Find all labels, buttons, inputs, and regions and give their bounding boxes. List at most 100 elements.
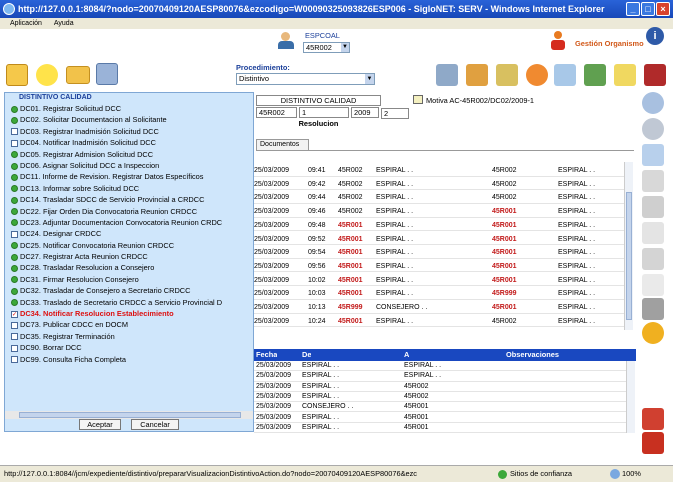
- table-row[interactable]: 25/03/2009 09:54 45R001 ESPIRAL . . 45R001 ES…: [254, 247, 624, 259]
- tree-item[interactable]: DC25. Notificar Convocatoria Reunion CRD…: [5, 240, 253, 251]
- tree-item[interactable]: DC22. Fijar Orden Dia Convocatoria Reuni…: [5, 206, 253, 217]
- firefox-icon[interactable]: [526, 64, 548, 86]
- computer-icon[interactable]: [96, 63, 118, 85]
- accept-button[interactable]: Aceptar: [79, 419, 121, 430]
- close-button[interactable]: ×: [656, 2, 670, 16]
- tree-item[interactable]: ✓ DC34. Notificar Resolucion Establecimie…: [5, 308, 253, 319]
- tree-item[interactable]: DC32. Trasladar de Consejero a Secretari…: [5, 285, 253, 296]
- comments-grid-scrollbar[interactable]: [626, 361, 635, 433]
- completed-icon[interactable]: [11, 208, 18, 216]
- paperclip-icon[interactable]: [642, 274, 664, 296]
- history-grid-scrollbar[interactable]: [624, 162, 633, 330]
- completed-icon[interactable]: [11, 299, 18, 307]
- pages-icon[interactable]: [642, 170, 664, 192]
- completed-icon[interactable]: [11, 253, 18, 261]
- info-icon[interactable]: i: [646, 27, 664, 45]
- book-icon[interactable]: [644, 64, 666, 86]
- completed-icon[interactable]: [11, 242, 18, 250]
- tree-item[interactable]: DC06. Asignar Solicitud DCC a Inspeccion: [5, 160, 253, 171]
- table-row[interactable]: 25/03/2009 ESPIRAL . . 45R001: [254, 413, 626, 423]
- completed-icon[interactable]: [11, 116, 18, 124]
- completed-icon[interactable]: [11, 287, 18, 295]
- menu-ayuda[interactable]: Ayuda: [54, 20, 74, 27]
- table-row[interactable]: 25/03/2009 ESPIRAL . . ESPIRAL . .: [254, 371, 626, 382]
- tree-item[interactable]: DC01. Registrar Solicitud DCC: [5, 103, 253, 114]
- table-row[interactable]: 25/03/2009 09:46 45R002 ESPIRAL . . 45R001 ES…: [254, 206, 624, 218]
- table-row[interactable]: 25/03/2009 CONSEJERO . . 45R001: [254, 402, 626, 413]
- printer-icon[interactable]: [642, 298, 664, 320]
- checkbox-icon[interactable]: [11, 128, 18, 136]
- exit-icon[interactable]: [642, 432, 664, 454]
- completed-icon[interactable]: [11, 265, 18, 273]
- tree-item[interactable]: DC33. Traslado de Secretario CRDCC a Ser…: [5, 297, 253, 308]
- broom-icon[interactable]: [642, 408, 664, 430]
- tree-item[interactable]: DC23. Adjuntar Documentacion Convocatori…: [5, 217, 253, 228]
- zoom-icon[interactable]: [642, 92, 664, 114]
- completed-icon[interactable]: [11, 162, 18, 170]
- document-icon[interactable]: [413, 95, 423, 104]
- completed-icon[interactable]: [11, 219, 18, 227]
- copy-icon[interactable]: [642, 196, 664, 218]
- table-row[interactable]: 25/03/2009 09:41 45R002 ESPIRAL . . 45R002 ES…: [254, 165, 624, 177]
- notes-icon[interactable]: [614, 64, 636, 86]
- tree-item[interactable]: DC31. Firmar Resolucion Consejero: [5, 274, 253, 285]
- checkbox-icon[interactable]: [11, 333, 18, 341]
- table-row[interactable]: 25/03/2009 09:48 45R001 ESPIRAL . . 45R001 ES…: [254, 220, 624, 232]
- tree-item[interactable]: DC27. Registrar Acta Reunion CRDCC: [5, 251, 253, 262]
- tree-item[interactable]: DC11. Informe de Revision. Registrar Dat…: [5, 171, 253, 182]
- tree-item[interactable]: DC14. Trasladar SDCC de Servicio Provinc…: [5, 194, 253, 205]
- table-row[interactable]: 25/03/2009 ESPIRAL . . 45R001: [254, 423, 626, 434]
- tree-item[interactable]: DC73. Publicar CDCC en DOCM: [5, 319, 253, 330]
- tree-item[interactable]: DC05. Registrar Admision Solicitud DCC: [5, 149, 253, 160]
- completed-icon[interactable]: [11, 105, 18, 113]
- table-row[interactable]: 25/03/2009 10:13 45R999 CONSEJERO . . 45R001…: [254, 302, 624, 314]
- folder-icon[interactable]: [66, 66, 90, 84]
- table-row[interactable]: 25/03/2009 09:56 45R001 ESPIRAL . . 45R001 ES…: [254, 261, 624, 273]
- library-icon[interactable]: [496, 64, 518, 86]
- completed-icon[interactable]: [11, 276, 18, 284]
- table-row[interactable]: 25/03/2009 10:24 45R001 ESPIRAL . . 45R002 ES…: [254, 316, 624, 328]
- tree-item[interactable]: DC99. Consulta Ficha Completa: [5, 354, 253, 365]
- home-icon[interactable]: [6, 64, 28, 86]
- print-preview-icon[interactable]: [642, 248, 664, 270]
- tree-item[interactable]: DC03. Registrar Inadmisión Solicitud DCC: [5, 126, 253, 137]
- checkbox-icon[interactable]: [11, 344, 18, 352]
- scissors-icon[interactable]: [642, 222, 664, 244]
- tree-root[interactable]: DISTINTIVO CALIDAD: [5, 93, 253, 103]
- completed-icon[interactable]: [11, 173, 18, 181]
- status-zoom[interactable]: 100%: [622, 466, 641, 482]
- espcoal-select[interactable]: 45R002 ▼: [303, 42, 350, 53]
- tree-item[interactable]: DC24. Designar CRDCC: [5, 228, 253, 239]
- tree-item[interactable]: DC13. Informar sobre Solicitud DCC: [5, 183, 253, 194]
- table-row[interactable]: 25/03/2009 ESPIRAL . . 45R002: [254, 382, 626, 392]
- gear-icon[interactable]: [642, 322, 664, 344]
- completed-icon[interactable]: [11, 185, 18, 193]
- completed-icon[interactable]: [11, 151, 18, 159]
- table-row[interactable]: 25/03/2009 09:52 45R001 ESPIRAL . . 45R001 ES…: [254, 234, 624, 245]
- tab-documentos[interactable]: Documentos: [256, 139, 309, 150]
- minimize-button[interactable]: _: [626, 2, 640, 16]
- tree-item[interactable]: DC02. Solicitar Documentacion al Solicit…: [5, 114, 253, 125]
- checkbox-icon[interactable]: [11, 356, 18, 364]
- checkbox-icon[interactable]: [11, 139, 18, 147]
- table-row[interactable]: 25/03/2009 ESPIRAL . . ESPIRAL . .: [254, 361, 626, 372]
- maximize-button[interactable]: □: [641, 2, 655, 16]
- search-docs-icon[interactable]: [554, 64, 576, 86]
- idea-icon[interactable]: [36, 64, 58, 86]
- procedimiento-select[interactable]: Distintivo ▼: [236, 73, 375, 85]
- tree-item[interactable]: DC90. Borrar DCC: [5, 342, 253, 353]
- tools-icon[interactable]: [584, 64, 606, 86]
- checkbox-icon[interactable]: [11, 321, 18, 329]
- laptop-icon[interactable]: [436, 64, 458, 86]
- tree-item[interactable]: DC28. Trasladar Resolucion a Consejero: [5, 262, 253, 273]
- back-icon[interactable]: [642, 118, 664, 140]
- checkbox-icon[interactable]: [11, 230, 18, 238]
- table-row[interactable]: 25/03/2009 09:42 45R002 ESPIRAL . . 45R002 ES…: [254, 179, 624, 191]
- tree-item[interactable]: DC35. Registrar Terminación: [5, 331, 253, 342]
- table-row[interactable]: 25/03/2009 09:44 45R002 ESPIRAL . . 45R002 ES…: [254, 192, 624, 204]
- completed-icon[interactable]: [11, 196, 18, 204]
- checked-checkbox-icon[interactable]: ✓: [11, 310, 18, 318]
- books-icon[interactable]: [466, 64, 488, 86]
- cancel-button[interactable]: Cancelar: [131, 419, 179, 430]
- table-row[interactable]: 25/03/2009 10:03 45R001 ESPIRAL . . 45R999 ES…: [254, 288, 624, 300]
